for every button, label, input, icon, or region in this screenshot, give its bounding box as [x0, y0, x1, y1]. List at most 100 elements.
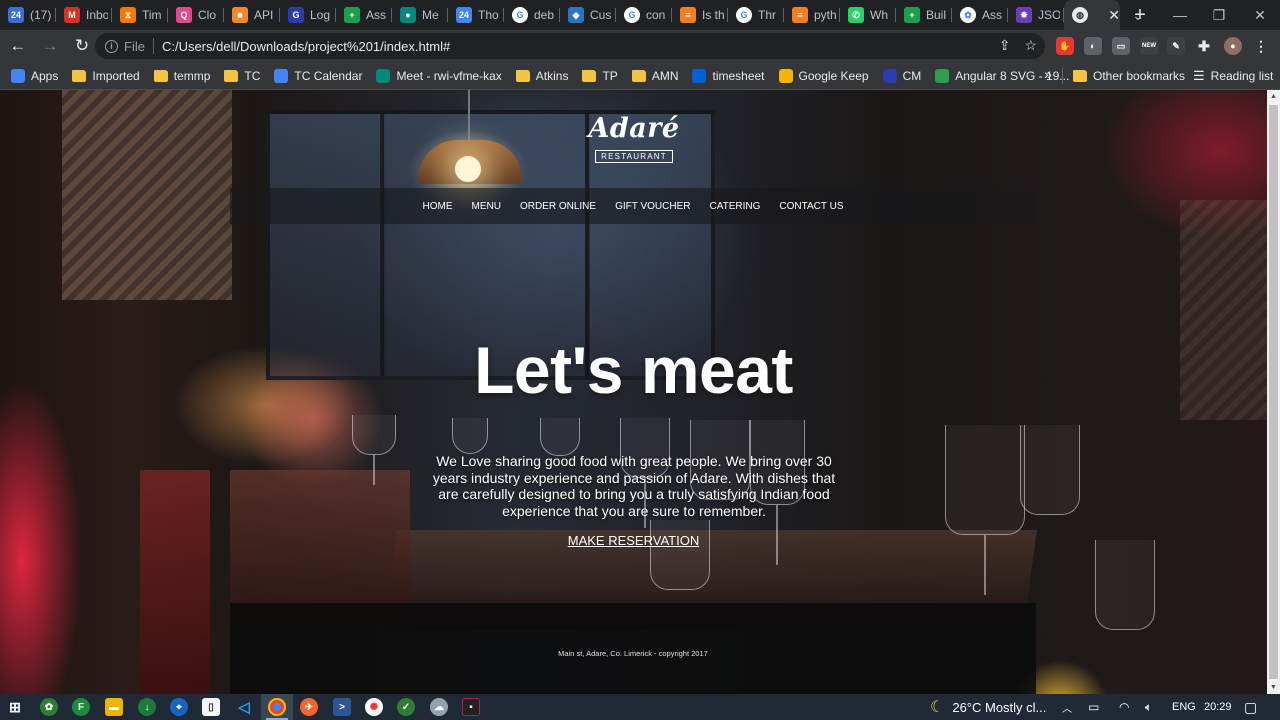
extensions-puzzle-icon[interactable]: ✚: [1195, 37, 1213, 55]
bookmark-item[interactable]: Imported: [65, 64, 146, 88]
bookmark-item[interactable]: Angular 8 SVG - 19...: [928, 64, 1076, 88]
tray-expand-icon[interactable]: ︿: [1062, 694, 1072, 720]
bookmark-item[interactable]: Apps: [4, 64, 65, 88]
language-indicator[interactable]: ENG: [1172, 694, 1196, 720]
bookmarks-overflow-button[interactable]: »: [1044, 66, 1052, 82]
app-download-icon[interactable]: ↓: [138, 698, 156, 716]
browser-tab[interactable]: ✿ Ass: [952, 0, 1008, 30]
browser-tab[interactable]: Gcon: [616, 0, 672, 30]
wifi-icon[interactable]: ◠: [1119, 694, 1129, 720]
bookmark-item[interactable]: Google Keep: [772, 64, 876, 88]
file-explorer-icon[interactable]: ▬: [105, 698, 123, 716]
clock[interactable]: 20:29: [1204, 694, 1232, 720]
language-text: ENG: [1172, 701, 1196, 713]
weather-widget[interactable]: ☾ 26°C Mostly cl...: [930, 694, 1046, 720]
browser-tab[interactable]: 24 Tho: [448, 0, 504, 30]
browser-tab[interactable]: ≡ Is th: [672, 0, 728, 30]
extension-new-icon[interactable]: NEW: [1140, 37, 1158, 55]
extension-pen-icon[interactable]: ✎: [1167, 37, 1185, 55]
browser-tab[interactable]: M Inbox: [56, 0, 112, 30]
apps-grid-icon: [11, 68, 25, 83]
browser-tab[interactable]: + Ass: [336, 0, 392, 30]
scroll-up-arrow-icon[interactable]: ▲: [1267, 90, 1280, 103]
make-reservation-link[interactable]: MAKE RESERVATION: [568, 533, 699, 548]
powershell-icon[interactable]: >: [333, 698, 351, 716]
browser-tab[interactable]: ● Me: [392, 0, 448, 30]
glass-stem: [373, 455, 375, 485]
notifications-icon[interactable]: ▢: [1244, 694, 1257, 720]
browser-tab[interactable]: ■ API: [224, 0, 280, 30]
browser-tab[interactable]: + Buil: [896, 0, 952, 30]
bookmark-item[interactable]: TP: [575, 64, 624, 88]
clock-time: 20:29: [1204, 701, 1232, 713]
bookmark-item[interactable]: CM: [876, 64, 929, 88]
nav-menu[interactable]: MENU: [462, 201, 510, 212]
url-text[interactable]: C:/Users/dell/Downloads/project%201/inde…: [162, 39, 450, 54]
bookmark-item[interactable]: Meet - rwi-vfme-kax: [369, 64, 508, 88]
battery-icon[interactable]: ▭: [1088, 694, 1099, 720]
browser-tab[interactable]: ⧖ Tim: [112, 0, 168, 30]
logo-name: Adaré: [588, 113, 680, 144]
app-green-icon[interactable]: ✓: [397, 698, 415, 716]
bookmark-item[interactable]: timesheet: [685, 64, 771, 88]
app-colorwheel-icon[interactable]: ✺: [365, 698, 383, 716]
tab-label: API: [254, 8, 274, 22]
extension-puzzle-a-icon[interactable]: ◐: [1084, 37, 1102, 55]
browser-tab[interactable]: ≡ pyth: [784, 0, 840, 30]
minimize-button[interactable]: —: [1160, 0, 1200, 30]
volume-icon[interactable]: 🔈︎: [1145, 694, 1152, 720]
browser-tab[interactable]: ✸ JSO: [1008, 0, 1064, 30]
browser-menu-icon[interactable]: ⋮: [1252, 37, 1270, 55]
tab-search-icon[interactable]: ⌄: [1118, 0, 1158, 30]
bookmark-label: timesheet: [712, 68, 765, 83]
windows-start-icon[interactable]: ⊞: [6, 698, 24, 716]
back-button[interactable]: ←: [4, 32, 32, 60]
app-cloud-icon[interactable]: ☁: [430, 698, 448, 716]
browser-tab[interactable]: G Thr: [728, 0, 784, 30]
page-scrollbar[interactable]: ▲ ▼: [1267, 90, 1280, 694]
active-tab[interactable]: ◍ ✕: [1064, 0, 1120, 30]
app-leaf-icon[interactable]: ✿: [40, 698, 58, 716]
bookmark-item[interactable]: AMN: [625, 64, 686, 88]
vscode-icon[interactable]: ◁: [235, 698, 253, 716]
nav-contact-us[interactable]: CONTACT US: [770, 201, 853, 212]
restaurant-logo[interactable]: Adaré RESTAURANT: [572, 112, 696, 164]
browser-tab[interactable]: ✆ Wh: [840, 0, 896, 30]
extension-camera-icon[interactable]: ▭: [1112, 37, 1130, 55]
nav-order-online[interactable]: ORDER ONLINE: [510, 201, 605, 212]
intellij-icon[interactable]: ▪: [462, 698, 480, 716]
postman-icon[interactable]: ✈: [300, 698, 318, 716]
address-bar[interactable]: i File C:/Users/dell/Downloads/project%2…: [95, 33, 1045, 59]
profile-avatar[interactable]: ●: [1224, 37, 1242, 55]
browser-tab[interactable]: Gdeb: [504, 0, 560, 30]
chrome-icon[interactable]: [268, 698, 286, 716]
bookmark-item[interactable]: TC: [217, 64, 267, 88]
maximize-button[interactable]: ❐: [1199, 0, 1239, 30]
maps-icon[interactable]: ⌖: [170, 698, 188, 716]
nav-home[interactable]: HOME: [413, 201, 462, 212]
google-icon: G: [512, 7, 528, 23]
bookmark-star-icon[interactable]: ☆: [1024, 37, 1037, 54]
forward-button[interactable]: →: [36, 32, 64, 60]
tab-label: Thr: [758, 8, 776, 22]
nav-catering[interactable]: CATERING: [700, 201, 770, 212]
bookmark-item[interactable]: Atkins: [509, 64, 576, 88]
other-bookmarks-folder[interactable]: Other bookmarks: [1066, 64, 1192, 88]
app-f-icon[interactable]: F: [72, 698, 90, 716]
browser-tab[interactable]: 24 (17): [0, 0, 56, 30]
browser-tab[interactable]: Q Clo: [168, 0, 224, 30]
browser-tab[interactable]: ◆ Cus: [560, 0, 616, 30]
share-icon[interactable]: ⇪: [999, 37, 1011, 54]
nav-gift-voucher[interactable]: GIFT VOUCHER: [606, 201, 700, 212]
bookmark-item[interactable]: TC Calendar: [267, 64, 369, 88]
scrollbar-thumb[interactable]: [1269, 105, 1278, 679]
notepad-icon[interactable]: ▯: [202, 698, 220, 716]
reload-button[interactable]: ↻: [68, 32, 96, 60]
site-info-icon[interactable]: i: [105, 39, 118, 53]
bookmark-item[interactable]: temmp: [147, 64, 218, 88]
scroll-down-arrow-icon[interactable]: ▼: [1267, 681, 1280, 694]
close-window-button[interactable]: ✕: [1240, 0, 1280, 30]
extension-adblock-icon[interactable]: ✋: [1056, 37, 1074, 55]
browser-tab[interactable]: G Log: [280, 0, 336, 30]
reading-list-button[interactable]: ☰ Reading list: [1186, 64, 1280, 88]
